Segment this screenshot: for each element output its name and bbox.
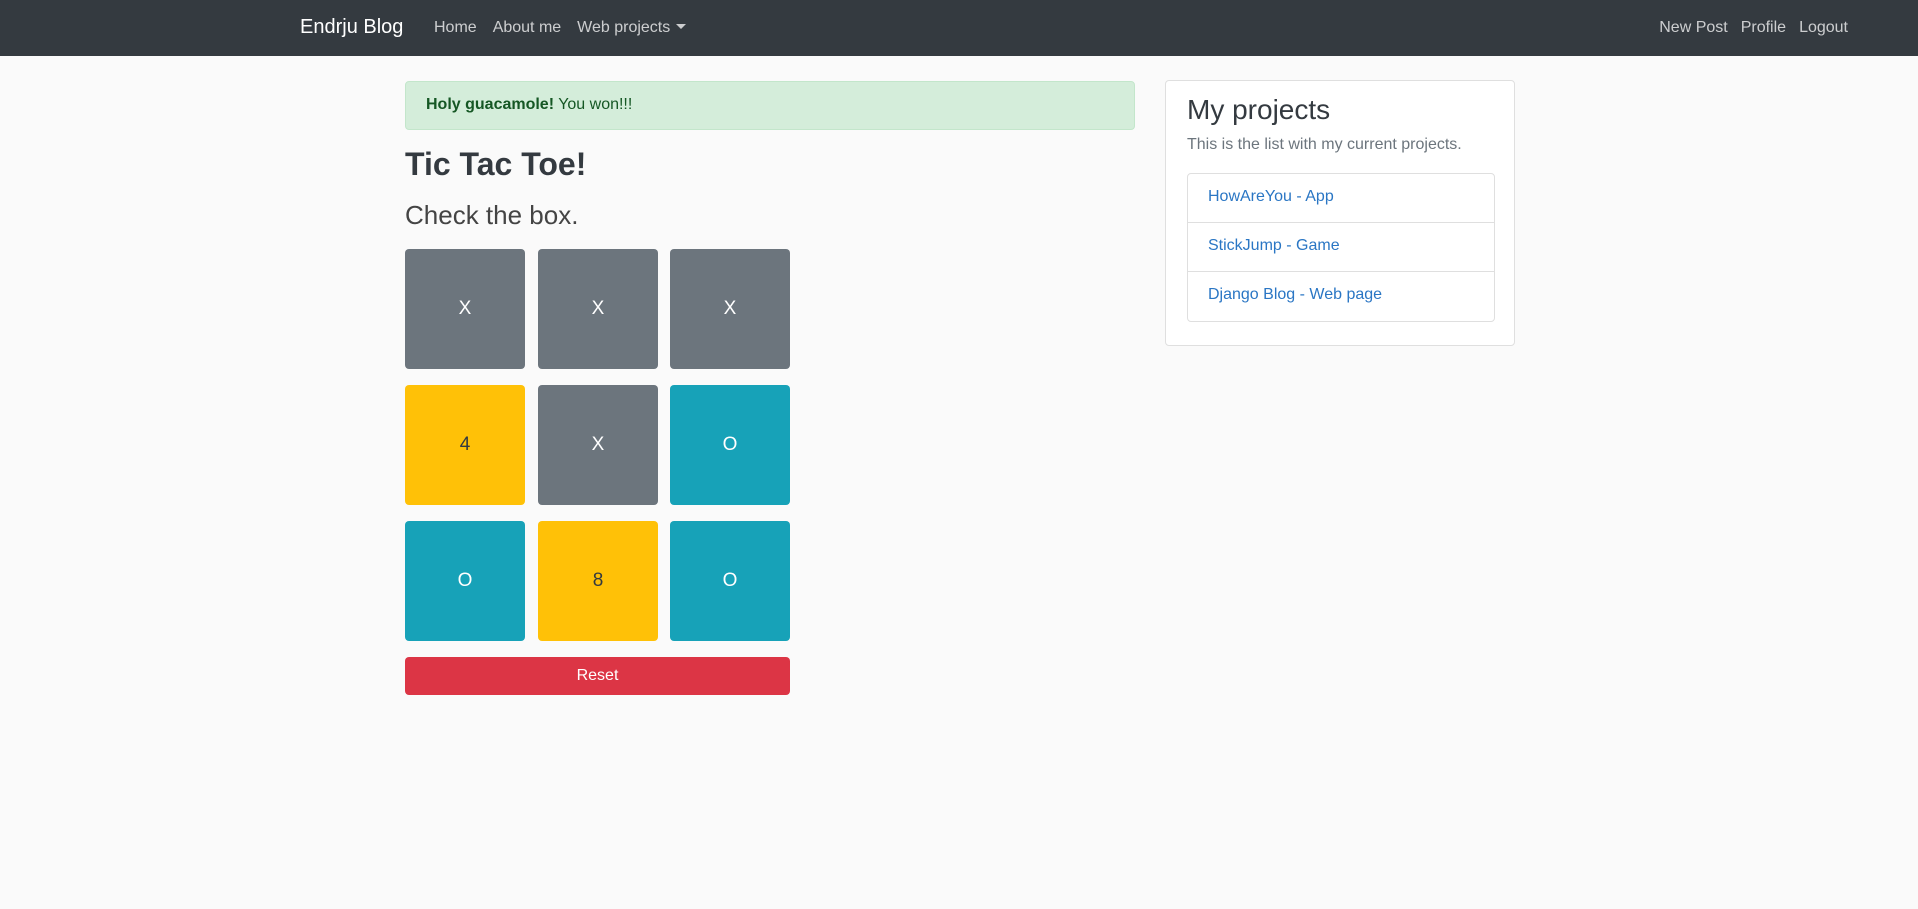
alert-strong: Holy guacamole! xyxy=(426,96,555,113)
board-cell-8[interactable]: 8 xyxy=(538,521,658,641)
caret-down-icon xyxy=(676,24,687,29)
nav-home-link[interactable]: Home xyxy=(434,19,477,37)
board-cell-7[interactable]: O xyxy=(405,521,525,641)
page-title: Tic Tac Toe! xyxy=(405,146,587,182)
projects-card: My projects This is the list with my cur… xyxy=(1165,80,1515,346)
board-cell-9[interactable]: O xyxy=(670,521,790,641)
nav-web-projects-label: Web projects xyxy=(577,19,671,36)
nav-logout-link[interactable]: Logout xyxy=(1799,19,1848,37)
navbar: Endrju Blog Home About me Web projects N… xyxy=(0,0,1918,56)
nav-right: New Post Profile Logout xyxy=(1646,19,1848,37)
nav-web-projects-dropdown[interactable]: Web projects xyxy=(577,19,687,37)
page-subtitle: Check the box. xyxy=(405,200,579,230)
nav-profile-link[interactable]: Profile xyxy=(1741,19,1786,37)
projects-description: This is the list with my current project… xyxy=(1187,136,1462,153)
project-link-stickjump[interactable]: StickJump - Game xyxy=(1188,223,1494,272)
project-link-howareyou[interactable]: HowAreYou - App xyxy=(1188,174,1494,223)
board-cell-1[interactable]: X xyxy=(405,249,525,369)
board-cell-6[interactable]: O xyxy=(670,385,790,505)
brand-link[interactable]: Endrju Blog xyxy=(300,16,403,39)
board-cell-2[interactable]: X xyxy=(538,249,658,369)
nav-new-post-link[interactable]: New Post xyxy=(1659,19,1727,37)
board-cell-5[interactable]: X xyxy=(538,385,658,505)
success-alert: Holy guacamole! You won!!! xyxy=(405,81,1135,130)
projects-list: HowAreYou - App StickJump - Game Django … xyxy=(1187,173,1495,322)
board-cell-3[interactable]: X xyxy=(670,249,790,369)
projects-title: My projects xyxy=(1187,94,1331,125)
board-cell-4[interactable]: 4 xyxy=(405,385,525,505)
nav-about-link[interactable]: About me xyxy=(493,19,561,37)
nav-left: Home About me Web projects xyxy=(434,19,702,37)
alert-text: You won!!! xyxy=(558,96,633,113)
project-link-django-blog[interactable]: Django Blog - Web page xyxy=(1188,272,1494,321)
reset-button[interactable]: Reset xyxy=(405,657,790,695)
